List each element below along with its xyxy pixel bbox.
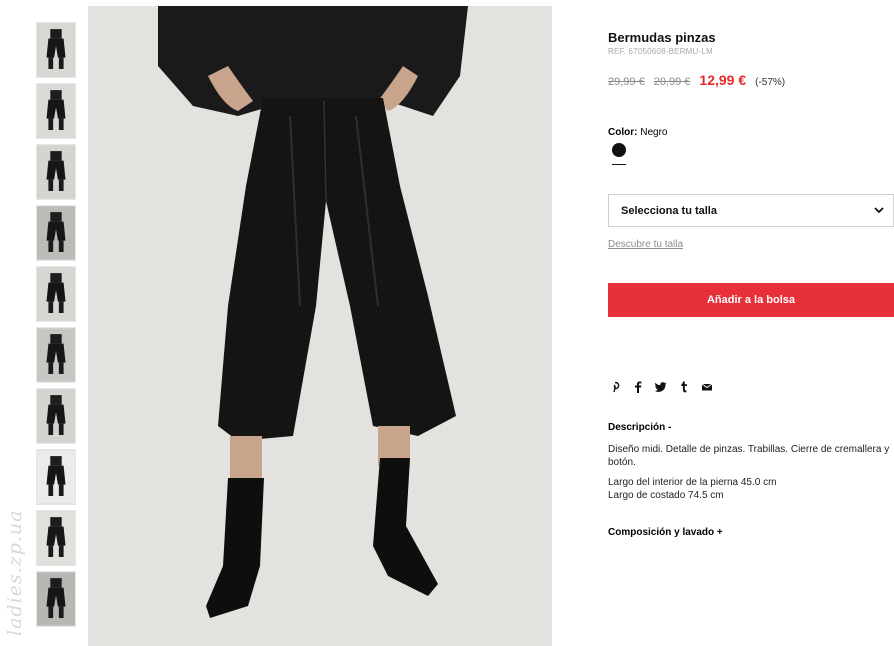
thumbnail-9[interactable] bbox=[36, 510, 76, 566]
color-label: Color: bbox=[608, 127, 638, 138]
thumbnail-image bbox=[37, 267, 75, 321]
thumbnail-3[interactable] bbox=[36, 144, 76, 200]
thumbnail-6[interactable] bbox=[36, 327, 76, 383]
color-value: Negro bbox=[640, 127, 668, 138]
thumbnail-image bbox=[37, 511, 75, 565]
thumbnail-8[interactable] bbox=[36, 449, 76, 505]
product-reference: REF. 67050608-BERMU-LM bbox=[608, 47, 713, 56]
share-icons bbox=[608, 380, 713, 393]
thumbnail-1[interactable] bbox=[36, 22, 76, 78]
thumbnail-image bbox=[37, 572, 75, 626]
price-row: 29,99 € 20,99 € 12,99 € (-57%) bbox=[608, 72, 785, 88]
size-guide-link[interactable]: Descubre tu talla bbox=[608, 239, 683, 250]
thumbnail-image bbox=[37, 84, 75, 138]
current-price: 12,99 € bbox=[699, 72, 747, 88]
discount-badge: (-57%) bbox=[755, 77, 786, 88]
add-to-bag-button[interactable]: Añadir a la bolsa bbox=[608, 283, 894, 317]
composition-toggle[interactable]: Composición y lavado + bbox=[608, 527, 723, 538]
original-price-2: 20,99 € bbox=[653, 76, 691, 88]
thumbnail-4[interactable] bbox=[36, 205, 76, 261]
twitter-icon[interactable] bbox=[654, 380, 667, 393]
pinterest-icon[interactable] bbox=[608, 380, 621, 393]
thumbnail-image bbox=[37, 23, 75, 77]
thumbnail-7[interactable] bbox=[36, 388, 76, 444]
color-swatch-black[interactable] bbox=[612, 143, 626, 157]
product-title: Bermudas pinzas bbox=[608, 30, 716, 45]
thumbnail-10[interactable] bbox=[36, 571, 76, 627]
original-price-1: 29,99 € bbox=[608, 76, 645, 88]
thumbnail-image bbox=[37, 145, 75, 199]
description-text: Diseño midi. Detalle de pinzas. Trabilla… bbox=[608, 444, 890, 468]
thumbnail-2[interactable] bbox=[36, 83, 76, 139]
thumbnail-image bbox=[37, 206, 75, 260]
swatch-selected-indicator bbox=[612, 164, 626, 165]
thumbnail-5[interactable] bbox=[36, 266, 76, 322]
chevron-down-icon bbox=[874, 207, 884, 214]
thumbnail-image bbox=[37, 450, 75, 504]
facebook-icon[interactable] bbox=[631, 380, 644, 393]
description-heading[interactable]: Descripción - bbox=[608, 422, 671, 433]
tumblr-icon[interactable] bbox=[677, 380, 690, 393]
thumbnail-image bbox=[37, 389, 75, 443]
main-product-image[interactable] bbox=[88, 6, 552, 646]
email-icon[interactable] bbox=[700, 380, 713, 393]
size-select-placeholder: Selecciona tu talla bbox=[621, 204, 717, 217]
thumbnail-gallery bbox=[36, 22, 76, 632]
side-length-measure: Largo de costado 74.5 cm bbox=[608, 490, 724, 501]
color-row: Color: Negro bbox=[608, 127, 667, 138]
watermark: ladies.zp.ua bbox=[4, 509, 26, 636]
size-select-dropdown[interactable]: Selecciona tu talla bbox=[608, 194, 894, 227]
inner-leg-measure: Largo del interior de la pierna 45.0 cm bbox=[608, 477, 777, 488]
thumbnail-image bbox=[37, 328, 75, 382]
